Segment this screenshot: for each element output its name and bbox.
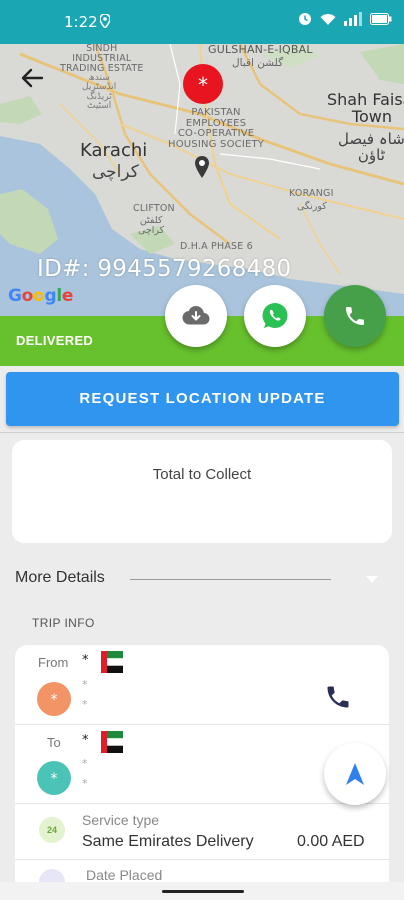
- phone-icon[interactable]: [324, 683, 352, 711]
- driver-location-icon[interactable]: [195, 156, 209, 178]
- whatsapp-button[interactable]: [244, 285, 306, 347]
- map-label-industrial-urdu: سندھ انڈسٹریل ٹریڈنگ اسٹیٹ: [82, 73, 117, 112]
- uae-flag-icon: [101, 651, 123, 673]
- service-price: 0.00 AED: [297, 833, 365, 850]
- more-details-line: [130, 579, 331, 580]
- total-to-collect-card: Total to Collect: [12, 440, 392, 543]
- to-line-2: *: [82, 777, 88, 790]
- section-divider: [0, 432, 404, 433]
- map-label-dha: D.H.A PHASE 6: [180, 241, 253, 252]
- from-line-2: *: [82, 698, 88, 711]
- map-label-pechs: PAKISTAN EMPLOYEES CO-OPERATIVE HOUSING SOC…: [168, 107, 265, 150]
- navigation-bar: [0, 882, 404, 900]
- from-line-1: *: [82, 678, 88, 691]
- total-to-collect-title: Total to Collect: [152, 466, 252, 483]
- chevron-down-icon[interactable]: [366, 576, 378, 584]
- map-label-shah-faisal-urdu: شاہ فیصل ٹاؤن: [338, 130, 404, 164]
- row-separator: [15, 859, 389, 860]
- from-name: *: [82, 653, 89, 668]
- map-label-gulshan-urdu: گلشن اقبال: [232, 57, 284, 69]
- map-label-industrial: SINDH INDUSTRIAL TRADING ESTATE: [60, 44, 144, 74]
- battery-icon: [370, 13, 392, 25]
- request-location-update-button[interactable]: REQUEST LOCATION UPDATE: [6, 372, 399, 426]
- signal-icon: [344, 12, 362, 26]
- more-details-toggle[interactable]: More Details: [15, 569, 105, 587]
- date-placed-label: Date Placed: [86, 867, 163, 883]
- map-label-shah-faisal: Shah FaisalTown: [327, 90, 404, 126]
- call-button[interactable]: [324, 285, 386, 347]
- alarm-icon: [299, 13, 311, 25]
- navigate-button[interactable]: [324, 743, 386, 805]
- destination-pin[interactable]: *: [183, 64, 223, 104]
- uae-flag-icon: [101, 731, 123, 753]
- map-label-clifton: CLIFTON: [133, 203, 175, 214]
- home-gesture-handle[interactable]: [162, 890, 244, 893]
- row-separator: [15, 803, 389, 804]
- order-id: ID#: 9945579268480: [37, 256, 292, 282]
- whatsapp-icon: [262, 303, 288, 328]
- phone-icon: [346, 307, 364, 325]
- delivered-status-label: DELIVERED: [16, 333, 94, 348]
- google-logo: Google: [8, 286, 74, 306]
- from-label: From: [38, 655, 69, 670]
- status-bar: 1:22: [0, 0, 404, 44]
- to-line-1: *: [82, 757, 88, 770]
- navigation-arrow-icon: [346, 763, 364, 785]
- from-marker: *: [37, 682, 71, 716]
- status-icons: [298, 12, 392, 26]
- to-name: *: [82, 733, 89, 748]
- map-label-karachi: Karachi: [80, 140, 148, 161]
- to-marker: *: [37, 761, 71, 795]
- wifi-icon: [320, 13, 336, 25]
- trip-info-heading: TRIP INFO: [32, 616, 95, 630]
- map-label-korangi: KORANGI: [289, 188, 334, 199]
- order-tracking-screen: 1:22 SINDH INDUSTRIAL TRADING ESTATE سند…: [0, 0, 404, 900]
- row-separator: [15, 724, 389, 725]
- service-type-label: Service type: [82, 812, 160, 828]
- cloud-download-icon: [182, 306, 210, 325]
- location-icon: [100, 14, 110, 28]
- to-label: To: [47, 735, 61, 750]
- map-view[interactable]: SINDH INDUSTRIAL TRADING ESTATE سندھ انڈسٹر…: [0, 44, 404, 320]
- status-time: 1:22: [64, 13, 98, 31]
- map-label-karachi-urdu: کراچی: [92, 162, 139, 182]
- service-type-icon: 24: [39, 817, 65, 843]
- map-label-clifton-urdu: کلفٹن کراچی: [138, 215, 165, 236]
- map-label-gulshan: GULSHAN-E-IQBAL: [208, 44, 313, 56]
- download-button[interactable]: [165, 285, 227, 347]
- back-arrow-icon[interactable]: [18, 64, 46, 92]
- service-type-value: Same Emirates Delivery: [82, 833, 254, 850]
- map-label-korangi-urdu: کورنگی: [297, 201, 327, 212]
